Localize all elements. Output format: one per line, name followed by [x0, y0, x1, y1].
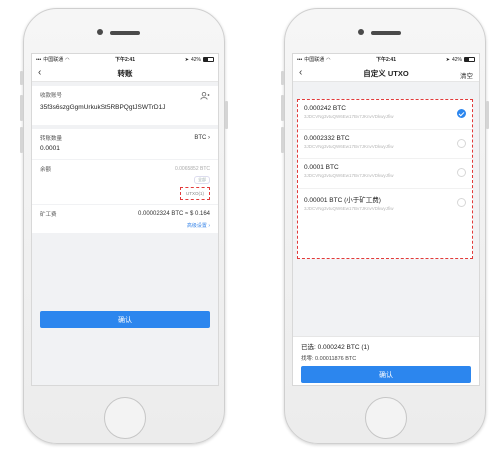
volume-up-button [281, 95, 284, 121]
chevron-right-icon: › [208, 223, 210, 229]
utxo-amount: 0.0002332 BTC [304, 134, 350, 142]
selection-summary: 已选: 0.000242 BTC (1) 找零: 0.00011876 BTC … [293, 336, 479, 385]
custom-utxo-screen: ••• 中国联通 ◠ 下午2:41 ➤ 42% ‹ 自定义 UTXO 清空 0.… [292, 53, 480, 386]
front-camera [358, 29, 364, 35]
amount-input[interactable]: 0.0001 [40, 145, 210, 152]
utxo-address: 3JDCVNg3vtuQW6Ew17Bv7JKnvVDkwyJfiw [304, 205, 394, 211]
checkbox-icon[interactable] [457, 138, 466, 148]
utxo-item[interactable]: 0.0002332 BTC 3JDCVNg3vtuQW6Ew17Bv7JKnvV… [298, 130, 472, 159]
utxo-amount: 0.0001 BTC [304, 164, 339, 171]
battery-icon [203, 57, 214, 62]
chevron-left-icon[interactable]: ‹ [299, 68, 302, 78]
checkbox-icon[interactable] [457, 197, 466, 207]
nav-bar: ‹ 自定义 UTXO 清空 [293, 65, 479, 82]
recipient-section: 收款账号 35f3s6szgGgmUrkukSt5RBPQgtJSWTrD1J [32, 86, 218, 125]
contact-icon[interactable] [200, 92, 210, 100]
confirm-button[interactable]: 确认 [301, 366, 471, 383]
utxo-item[interactable]: 0.000242 BTC 3JDCVNg3vtuQW6Ew17Bv7JKnvVD… [298, 100, 472, 130]
checkbox-icon[interactable] [457, 168, 466, 177]
balance-value: 0.0065852 BTC [174, 166, 210, 172]
home-button[interactable] [365, 397, 407, 439]
fee-label: 矿工费 [40, 212, 57, 218]
advanced-settings-label: 高级设置 [186, 223, 207, 229]
clear-button[interactable]: 清空 [460, 70, 473, 80]
utxo-amount: 0.00001 BTC (小于矿工费) [304, 196, 381, 204]
phone-right: ••• 中国联通 ◠ 下午2:41 ➤ 42% ‹ 自定义 UTXO 清空 0.… [281, 8, 489, 444]
status-time: 下午2:41 [114, 57, 135, 63]
selected-total: 已选: 0.000242 BTC (1) [301, 344, 370, 351]
utxo-item[interactable]: 0.0001 BTC 3JDCVNg3vtuQW6Ew17Bv7JKnvVDkw… [298, 159, 472, 189]
utxo-list: 0.000242 BTC 3JDCVNg3vtuQW6Ew17Bv7JKnvVD… [297, 99, 473, 259]
phone-left: ••• 中国联通 ◠ 下午2:41 ➤ 42% ‹ 转账 收款账号 35f3s6… [20, 8, 228, 444]
unit-selector[interactable]: BTC › [194, 135, 210, 141]
status-bar: ••• 中国联通 ◠ 下午2:41 ➤ 42% [32, 54, 218, 65]
utxo-address: 3JDCVNg3vtuQW6Ew17Bv7JKnvVDkwyJfiw [304, 143, 394, 149]
utxo-amount: 0.000242 BTC [304, 105, 346, 112]
recipient-label: 收款账号 [40, 93, 63, 99]
balance-section: 余额 0.0065852 BTC 全部 UTXO(1) [32, 160, 218, 204]
status-bar: ••• 中国联通 ◠ 下午2:41 ➤ 42% [293, 54, 479, 65]
volume-up-button [20, 95, 23, 121]
battery-icon [464, 57, 475, 62]
home-button[interactable] [104, 397, 146, 439]
unit-label: BTC [194, 135, 207, 141]
balance-label: 余额 [40, 167, 52, 173]
advanced-settings-link[interactable]: 高级设置 › [187, 222, 210, 229]
amount-section: 转账数量 BTC › 0.0001 [32, 129, 218, 159]
earpiece-speaker [371, 31, 401, 35]
volume-down-button [20, 127, 23, 153]
power-button [486, 101, 489, 129]
front-camera [97, 29, 103, 35]
amount-label: 转账数量 [40, 136, 63, 142]
power-button [225, 101, 228, 129]
chevron-left-icon[interactable]: ‹ [38, 68, 41, 78]
utxo-address: 3JDCVNg3vtuQW6Ew17Bv7JKnvVDkwyJfiw [304, 114, 394, 119]
earpiece-speaker [110, 31, 140, 35]
utxo-address: 3JDCVNg3vtuQW6Ew17Bv7JKnvVDkwyJfiw [304, 173, 394, 178]
checkbox-checked-icon[interactable] [457, 109, 466, 118]
utxo-item[interactable]: 0.00001 BTC (小于矿工费) 3JDCVNg3vtuQW6Ew17Bv… [298, 189, 472, 219]
change-amount: 找零: 0.00011876 BTC [301, 356, 357, 362]
transfer-screen: ••• 中国联通 ◠ 下午2:41 ➤ 42% ‹ 转账 收款账号 35f3s6… [31, 53, 219, 386]
volume-down-button [281, 127, 284, 153]
page-title: 转账 [117, 68, 133, 78]
confirm-button[interactable]: 确认 [40, 311, 210, 328]
fee-value: 0.00002324 BTC ≈ $ 0.164 [137, 211, 210, 217]
chevron-right-icon: › [208, 135, 210, 141]
nav-bar: ‹ 转账 [32, 65, 218, 82]
mute-switch [281, 71, 284, 85]
recipient-address-input[interactable]: 35f3s6szgGgmUrkukSt5RBPQgtJSWTrD1J [40, 104, 210, 111]
all-button[interactable]: 全部 [194, 176, 210, 184]
mute-switch [20, 71, 23, 85]
status-time: 下午2:41 [375, 57, 396, 63]
utxo-button[interactable]: UTXO(1) [180, 187, 210, 200]
page-title: 自定义 UTXO [363, 68, 409, 78]
fee-section: 矿工费 0.00002324 BTC ≈ $ 0.164 高级设置 › [32, 205, 218, 233]
